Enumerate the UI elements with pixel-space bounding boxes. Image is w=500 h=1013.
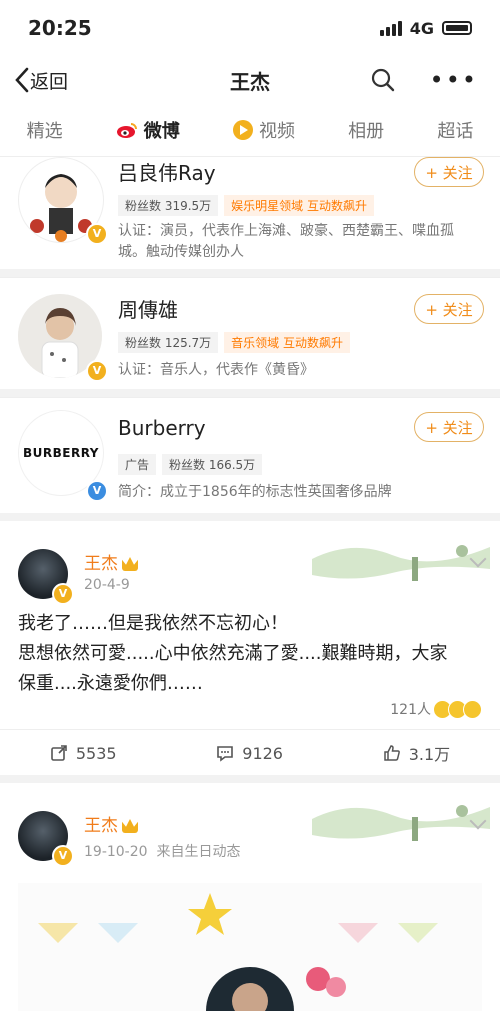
user-description: 认证：演员，代表作上海滩、跛豪、西楚霸王、喋血孤城。触动传媒创办人 (118, 223, 454, 260)
verified-badge-icon: V (52, 583, 74, 605)
tab-album[interactable]: 相册 (348, 117, 384, 143)
more-icon[interactable]: ••• (430, 66, 478, 94)
tab-video[interactable]: 视频 (232, 117, 295, 143)
fans-count: 粉丝数 166.5万 (162, 454, 263, 475)
category-tag: 娱乐明星领域 互动数飙升 (224, 195, 374, 216)
recommended-user-card[interactable]: V 周傳雄 粉丝数 125.7万 音乐领域 互动数飙升 认证：音乐人，代表作《黄… (0, 277, 500, 397)
weibo-icon (116, 123, 137, 138)
video-icon (232, 120, 253, 140)
user-description: 认证：音乐人，代表作《黄昏》 (118, 362, 314, 378)
post-date: 19-10-20 (84, 844, 148, 860)
tab-featured[interactable]: 精选 (27, 117, 63, 143)
profile-tabs: 精选 微博 视频 相册 超话 (0, 104, 500, 157)
user-meta: 粉丝数 125.7万 音乐领域 互动数飙升 (118, 332, 350, 353)
back-label: 返回 (30, 70, 69, 93)
post-text-line: 思想依然可愛.....心中依然充滿了愛....艱難時期，大家 (18, 643, 448, 664)
post-time: 19-10-20 来自生日动态 (84, 841, 240, 861)
post-source: 来自生日动态 (156, 844, 241, 860)
user-meta: 广告 粉丝数 166.5万 (118, 454, 263, 475)
tab-label: 精选 (26, 121, 63, 142)
recommended-ad-card[interactable]: BURBERRY V Burberry 广告 粉丝数 166.5万 简介：成立于… (0, 397, 500, 521)
post-text[interactable]: 我老了……但是我依然不忘初心！ 思想依然可愛.....心中依然充滿了愛....艱… (18, 609, 482, 699)
user-name[interactable]: 周傳雄 (118, 294, 178, 323)
tab-weibo[interactable]: 微博 (116, 117, 180, 143)
post-actions: 5535 9126 3.1万 (0, 729, 500, 776)
verified-badge-icon: V (86, 480, 108, 502)
verified-badge-icon: V (52, 845, 74, 867)
user-description: 简介：成立于1856年的标志性英国奢侈品牌 (118, 484, 392, 500)
like-button[interactable]: 3.1万 (383, 741, 450, 765)
follow-button[interactable]: + 关注 (414, 294, 484, 324)
fans-count: 粉丝数 125.7万 (118, 332, 219, 353)
nav-actions: ••• (370, 66, 486, 94)
thumbs-up-icon (383, 745, 400, 761)
weibo-post[interactable]: V 王杰 20-4-9 我老了……但是我依然不忘初心！ 思想依然可愛.....心… (0, 521, 500, 783)
brand-logo-text: BURBERRY (23, 446, 99, 460)
reaction-summary[interactable]: 121人 (390, 699, 482, 719)
author-name: 王杰 (84, 554, 118, 574)
fans-count: 粉丝数 319.5万 (118, 195, 219, 216)
search-icon[interactable] (370, 67, 396, 93)
follow-button[interactable]: + 关注 (414, 157, 484, 187)
post-time: 20-4-9 (84, 577, 130, 593)
repost-count: 5535 (75, 743, 117, 763)
user-name[interactable]: Burberry (118, 416, 206, 440)
verified-badge-icon: V (86, 223, 108, 245)
comment-icon (217, 746, 234, 762)
battery-icon (442, 21, 472, 35)
comment-button[interactable]: 9126 (216, 744, 283, 763)
crown-icon (122, 557, 138, 571)
user-meta: 粉丝数 319.5万 娱乐明星领域 互动数飙升 (118, 195, 374, 216)
like-count: 3.1万 (408, 745, 451, 764)
tab-label: 视频 (258, 121, 295, 142)
author-name: 王杰 (84, 816, 118, 836)
recommended-user-card[interactable]: V 吕良伟Ray 粉丝数 319.5万 娱乐明星领域 互动数飙升 认证：演员，代… (0, 157, 500, 277)
crown-icon (122, 819, 138, 833)
network-label: 4G (409, 18, 434, 38)
tab-super-topic[interactable]: 超话 (437, 117, 473, 143)
nav-bar: 返回 王杰 ••• (0, 56, 500, 104)
post-text-line: 保重....永遠愛你們…… (18, 673, 203, 694)
card-banner-decoration-icon (312, 545, 490, 581)
signal-icon (379, 20, 402, 36)
post-text-line: 我老了……但是我依然不忘初心！ (18, 613, 288, 634)
reaction-count: 121人 (390, 702, 431, 718)
post-image[interactable] (18, 883, 482, 1011)
repost-button[interactable]: 5535 (50, 744, 117, 763)
follow-button[interactable]: + 关注 (414, 412, 484, 442)
reaction-emoji-icons (433, 699, 482, 719)
tab-label: 超话 (437, 121, 474, 142)
verified-badge-icon: V (86, 360, 108, 382)
ad-badge: 广告 (118, 454, 157, 475)
status-bar: 20:25 4G (0, 0, 500, 56)
category-tag: 音乐领域 互动数飙升 (224, 332, 350, 353)
tab-label: 微博 (143, 121, 180, 142)
user-name[interactable]: 吕良伟Ray (118, 157, 216, 186)
post-author[interactable]: 王杰 (84, 811, 138, 836)
weibo-post[interactable]: V 王杰 19-10-20 来自生日动态 (0, 783, 500, 1013)
chevron-left-icon (15, 67, 29, 93)
tab-label: 相册 (348, 121, 385, 142)
post-author[interactable]: 王杰 (84, 549, 138, 574)
back-button[interactable]: 返回 (14, 67, 68, 94)
card-banner-decoration-icon (312, 805, 490, 841)
status-time: 20:25 (28, 16, 92, 40)
status-indicators: 4G (379, 18, 472, 38)
comment-count: 9126 (242, 743, 283, 763)
repost-icon (51, 745, 67, 761)
